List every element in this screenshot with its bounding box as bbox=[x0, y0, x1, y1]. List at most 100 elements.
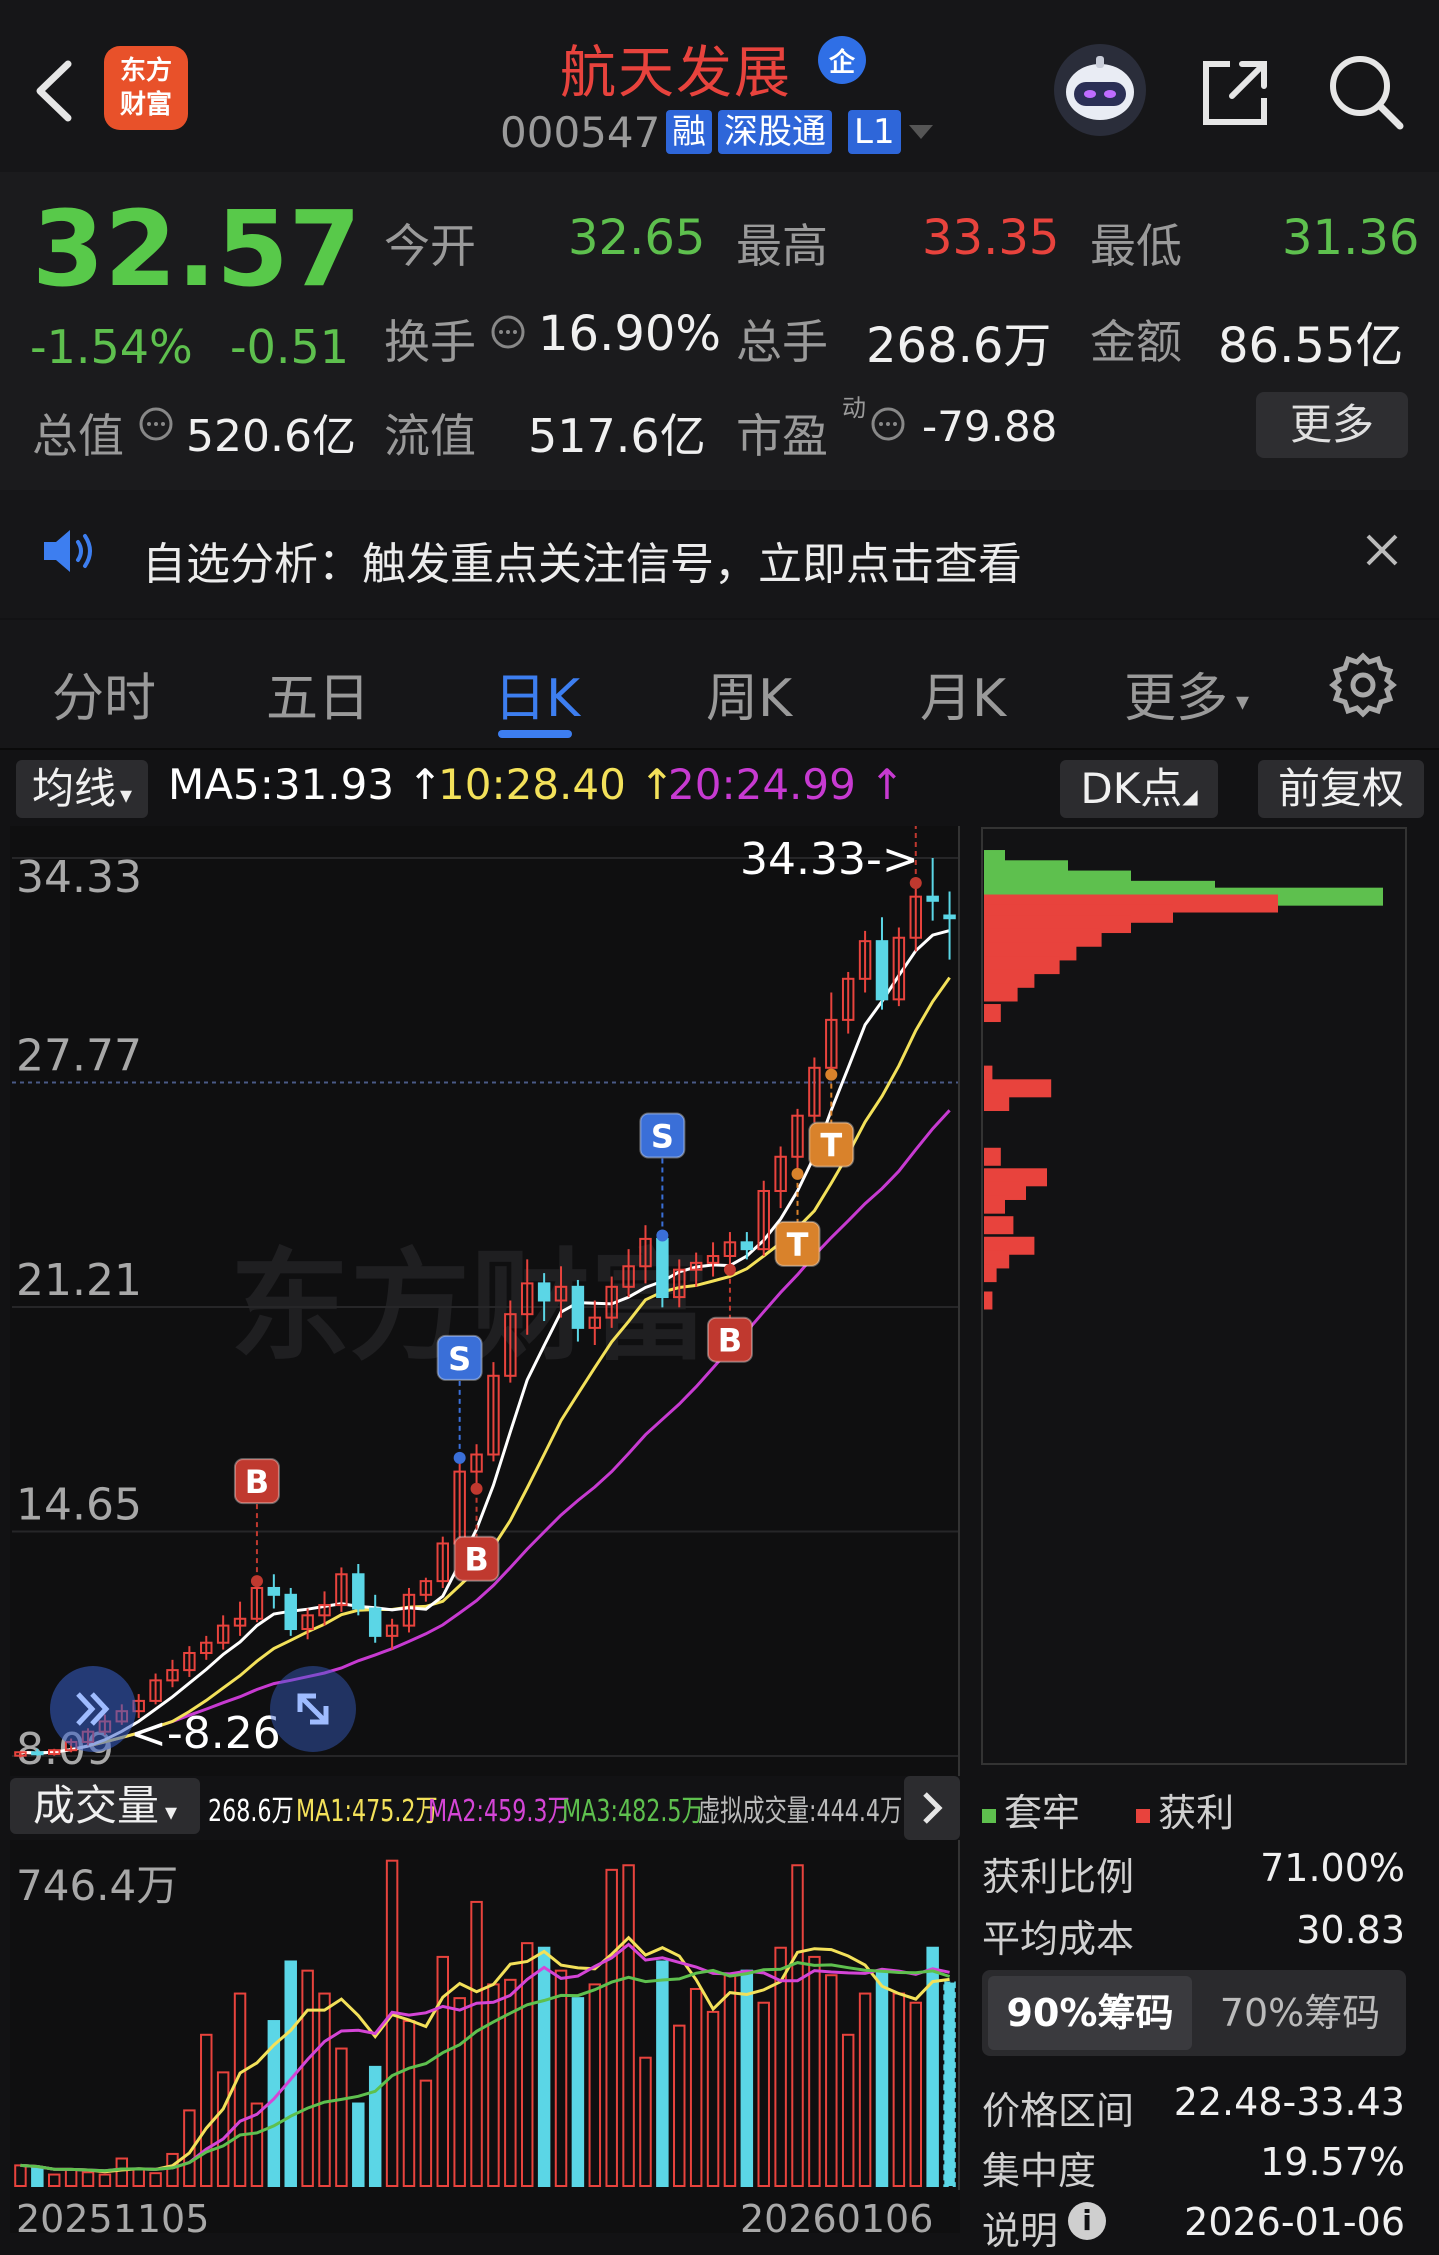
tab-daily-k[interactable]: 日K bbox=[494, 656, 580, 731]
concentration-label: 集中度 bbox=[982, 2149, 1097, 2193]
arrow-up-icon: ↑ bbox=[394, 760, 443, 809]
price-range-label: 价格区间 bbox=[982, 2089, 1135, 2133]
candle-body bbox=[571, 1285, 585, 1329]
candle-body bbox=[284, 1593, 297, 1631]
triangle-down-icon[interactable] bbox=[906, 122, 936, 146]
volume-bar bbox=[943, 1981, 956, 2187]
chip90-button[interactable]: 90%筹码 bbox=[988, 1976, 1192, 2050]
double-chevron-right-icon[interactable] bbox=[50, 1666, 136, 1752]
volume-selector[interactable]: 成交量 ▾ bbox=[10, 1778, 200, 1834]
profile-legend: 套牢 获利 bbox=[982, 1782, 1234, 1837]
signal-badge-label: T bbox=[820, 1127, 842, 1165]
note-label: 说明 bbox=[982, 2209, 1059, 2253]
profile-band bbox=[984, 1216, 1014, 1235]
dk-point-selector[interactable]: DK点◢ bbox=[1060, 760, 1218, 818]
signal-anchor-dot bbox=[825, 1068, 838, 1081]
chip-distribution-chart[interactable] bbox=[978, 826, 1408, 1766]
chevron-right-icon[interactable] bbox=[904, 1776, 960, 1840]
profile-band bbox=[984, 1004, 1001, 1023]
expand-diagonal-icon[interactable] bbox=[270, 1666, 356, 1752]
enterprise-badge: 企 bbox=[818, 36, 866, 84]
high-value: 33.35 bbox=[922, 210, 1060, 266]
search-icon[interactable] bbox=[1324, 50, 1408, 134]
candle-body bbox=[537, 1282, 551, 1302]
open-label: 今开 bbox=[384, 219, 476, 273]
corner-triangle-icon: ◢ bbox=[1182, 784, 1198, 808]
share-icon[interactable] bbox=[1196, 52, 1276, 132]
max-price-label: 34.33-> bbox=[740, 834, 919, 885]
amount-label: 金额 bbox=[1090, 315, 1182, 369]
pe-superscript: 动 bbox=[842, 394, 866, 422]
signal-anchor-dot bbox=[723, 1263, 736, 1276]
robot-avatar-icon[interactable] bbox=[1052, 42, 1148, 138]
tab-weekly-k[interactable]: 周K bbox=[706, 656, 792, 731]
candle-body bbox=[943, 914, 956, 920]
ma-selector-label: 均线 bbox=[31, 764, 116, 813]
tab-monthly-k[interactable]: 月K bbox=[920, 656, 1006, 731]
info-circle-icon[interactable] bbox=[138, 406, 174, 446]
signal-anchor-dot bbox=[791, 1167, 804, 1180]
x-tick-label: 20260106 bbox=[740, 2197, 933, 2233]
candle-body bbox=[740, 1241, 754, 1251]
tab-intraday[interactable]: 分时 bbox=[52, 656, 156, 731]
chip70-button[interactable]: 70%筹码 bbox=[1200, 1976, 1400, 2050]
profit-ratio-value: 71.00% bbox=[1260, 1846, 1405, 1890]
app-logo[interactable]: 东方 财富 bbox=[104, 46, 188, 130]
info-circle-icon[interactable] bbox=[490, 314, 526, 354]
back-icon[interactable] bbox=[20, 46, 90, 136]
y-tick-label: 34.33 bbox=[16, 852, 142, 903]
volume-legend-ma2: MA2:459.3万 bbox=[428, 1794, 570, 1829]
profit-ratio-label: 获利比例 bbox=[982, 1855, 1135, 1899]
high-label: 最高 bbox=[736, 219, 828, 273]
volume-bar bbox=[368, 2065, 382, 2187]
candle-body bbox=[875, 940, 889, 1001]
volume-bar bbox=[31, 2166, 44, 2188]
low-value: 31.36 bbox=[1282, 210, 1420, 266]
candle-body bbox=[267, 1586, 281, 1596]
ma5-legend-text: MA5:31.93 bbox=[168, 760, 395, 809]
y-tick-label: 14.65 bbox=[16, 1480, 142, 1531]
market-cap-label: 总值 bbox=[32, 409, 124, 463]
avg-cost-value: 30.83 bbox=[1296, 1908, 1405, 1952]
float-cap-value: 517.6亿 bbox=[528, 409, 706, 463]
tab-more[interactable]: 更多 ▾ bbox=[1124, 656, 1249, 731]
amount-value: 86.55亿 bbox=[1218, 318, 1404, 374]
signal-badge-label: S bbox=[448, 1340, 471, 1378]
signal-badge-label: B bbox=[718, 1322, 742, 1360]
notice-text[interactable]: 自选分析：触发重点关注信号，立即点击查看 bbox=[142, 528, 1022, 592]
volume-legend-ma3: MA3:482.5万 bbox=[562, 1794, 704, 1829]
low-label: 最低 bbox=[1090, 219, 1182, 273]
volume-value: 268.6万 bbox=[866, 318, 1052, 374]
profile-band bbox=[984, 1093, 1010, 1112]
min-price-label: <-8.26 bbox=[130, 1708, 281, 1759]
stock-code: 000547 bbox=[500, 108, 661, 157]
gear-icon[interactable] bbox=[1328, 650, 1398, 724]
signal-badge-label: T bbox=[787, 1226, 809, 1264]
profile-band bbox=[984, 983, 1018, 1002]
dk-point-label: DK点 bbox=[1080, 764, 1183, 813]
change-amount: -0.51 bbox=[230, 320, 350, 374]
ma-selector[interactable]: 均线 ▾ bbox=[16, 760, 148, 818]
volume-legend-current: 268.6万 bbox=[208, 1794, 294, 1829]
price-range-value: 22.48-33.43 bbox=[1173, 2080, 1405, 2124]
tab-five-day[interactable]: 五日 bbox=[266, 656, 370, 731]
legend-trapped-swatch bbox=[982, 1808, 996, 1823]
volume-chart[interactable]: 746.4万 20251105 20260106 bbox=[0, 1840, 970, 2233]
more-button[interactable]: 更多 bbox=[1256, 392, 1408, 458]
info-icon[interactable]: i bbox=[1068, 2202, 1106, 2240]
adjust-selector[interactable]: 前复权 bbox=[1258, 760, 1424, 818]
signal-anchor-dot bbox=[656, 1229, 669, 1242]
info-circle-icon[interactable] bbox=[870, 406, 906, 446]
volume-bar bbox=[537, 1946, 551, 2187]
volume-legend-ma1: MA1:475.2万 bbox=[296, 1794, 438, 1829]
volume-bar bbox=[571, 1997, 585, 2188]
candlestick-chart[interactable]: 东方财富34.3327.7721.2114.658.09BSBSBTTB34.3… bbox=[0, 826, 970, 1776]
signal-badge-label: B bbox=[245, 1463, 269, 1501]
speaker-icon bbox=[40, 526, 100, 580]
close-icon[interactable] bbox=[1362, 530, 1402, 574]
tag-sz-connect: 深股通 bbox=[718, 110, 832, 154]
legend-profit-swatch bbox=[1136, 1808, 1151, 1823]
x-tick-label: 20251105 bbox=[16, 2197, 209, 2233]
tag-level: L1 bbox=[848, 110, 901, 154]
ma20-legend-text: 20:24.99 bbox=[668, 760, 856, 809]
